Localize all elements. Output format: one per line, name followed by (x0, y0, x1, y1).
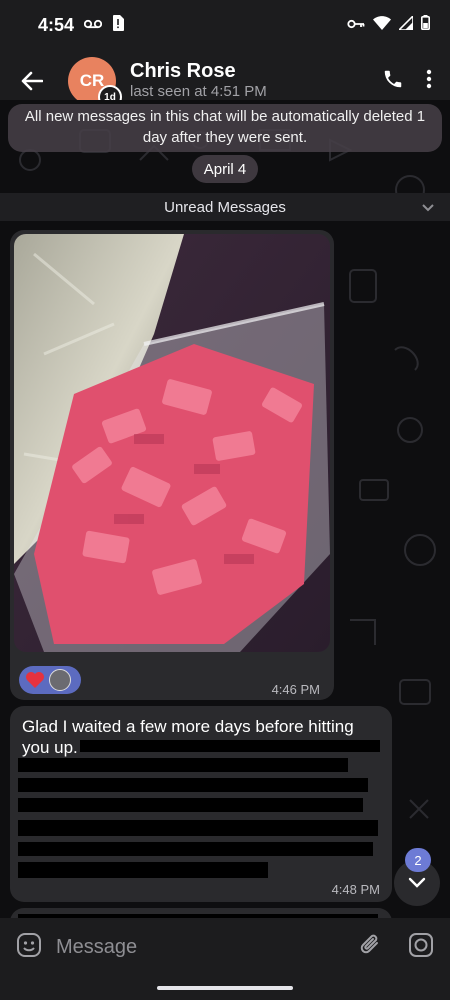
contact-name: Chris Rose (130, 60, 236, 82)
home-handle[interactable] (157, 986, 293, 990)
redaction-mark (18, 758, 348, 772)
gesture-nav-bar (0, 976, 450, 1000)
unread-count-badge: 2 (405, 848, 431, 872)
sim-alert-icon (112, 14, 125, 36)
photo-attachment[interactable] (14, 234, 330, 652)
last-seen-status: last seen at 4:51 PM (130, 83, 267, 100)
signal-icon (397, 13, 414, 35)
redaction-mark (18, 778, 368, 792)
status-bar: 4:54 (0, 0, 450, 50)
phone-icon[interactable] (382, 68, 404, 95)
unread-messages-divider: Unread Messages (0, 193, 450, 221)
unread-messages-label: Unread Messages (164, 198, 286, 216)
heart-reaction-icon[interactable] (23, 668, 47, 692)
vpn-key-icon (347, 16, 365, 34)
chevron-down-icon[interactable] (420, 199, 436, 219)
photo-image (14, 234, 330, 652)
photo-message-bubble[interactable]: 4:46 PM (10, 230, 334, 700)
text-message-bubble[interactable]: Glad I waited a few more days before hit… (10, 706, 392, 902)
more-vert-icon[interactable] (426, 69, 432, 94)
redaction-mark (18, 798, 363, 812)
message-input[interactable] (56, 935, 360, 959)
chevron-down-icon (408, 877, 426, 888)
message-composer (0, 918, 450, 976)
contact-info[interactable]: Chris Rose last seen at 4:51 PM (130, 60, 267, 102)
reactor-avatar (49, 669, 71, 691)
battery-icon (421, 15, 431, 35)
redaction-mark (18, 842, 373, 856)
camera-icon[interactable] (408, 932, 434, 963)
emoji-icon[interactable] (16, 932, 42, 963)
date-separator: April 4 (192, 155, 258, 183)
wifi-icon (373, 15, 391, 35)
voicemail-icon (83, 16, 103, 34)
message-time: 4:46 PM (271, 682, 320, 697)
arrow-back-icon (21, 71, 43, 91)
attach-icon[interactable] (360, 932, 382, 963)
redaction-mark (18, 862, 268, 878)
auto-delete-service-message: All new messages in this chat will be au… (8, 104, 442, 152)
redaction-mark (18, 820, 378, 836)
message-reactions[interactable] (19, 666, 81, 694)
redaction-mark (80, 740, 380, 752)
message-time: 4:48 PM (331, 882, 380, 897)
avatar[interactable]: CR 1d (68, 57, 122, 109)
status-time: 4:54 (38, 14, 75, 35)
